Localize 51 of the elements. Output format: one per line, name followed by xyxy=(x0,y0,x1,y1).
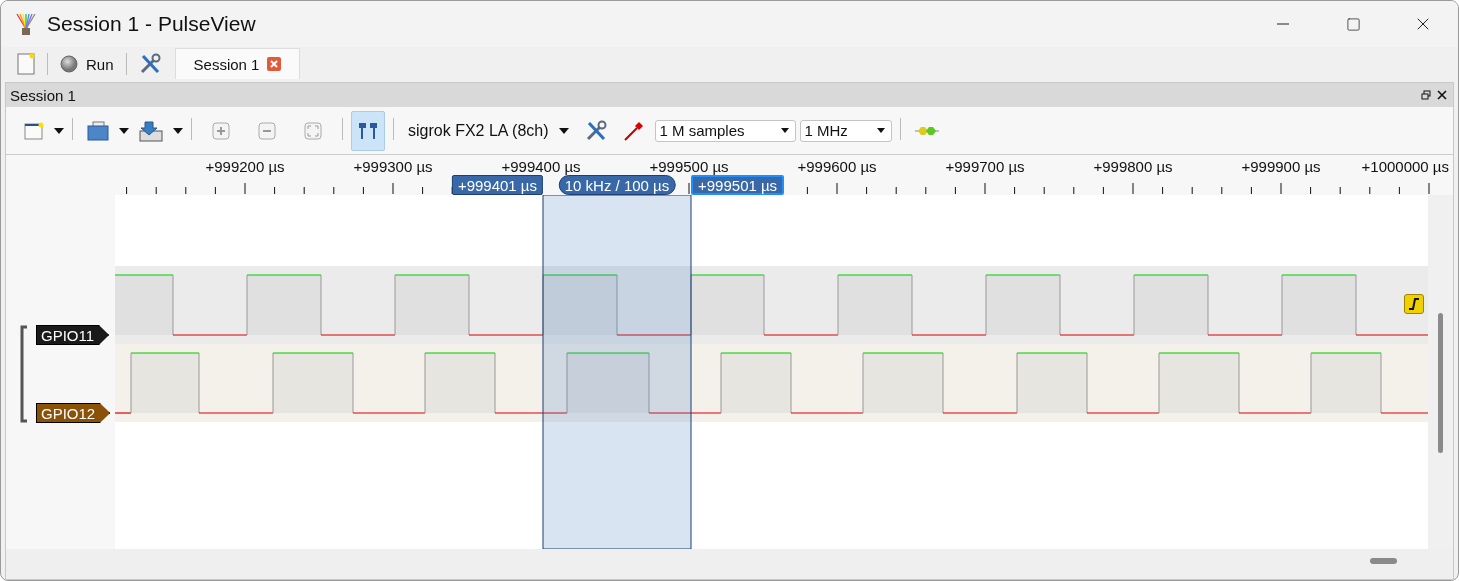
window-title: Session 1 - PulseView xyxy=(47,12,257,36)
channel-label[interactable]: GPIO12 xyxy=(36,403,111,423)
document-icon xyxy=(17,53,35,75)
caret-icon xyxy=(558,127,569,134)
session-tab[interactable]: Session 1 xyxy=(174,48,301,79)
ruler-label: +999400 µs xyxy=(501,158,581,175)
trigger-icon[interactable] xyxy=(1404,294,1424,314)
folder-icon xyxy=(87,120,109,141)
samplerate-dropdown[interactable]: 1 MHz xyxy=(799,119,892,142)
cursor-flag[interactable]: +999501 µs xyxy=(691,175,785,195)
tools-icon xyxy=(584,119,607,142)
cursor-flag[interactable]: +999401 µs xyxy=(451,175,543,195)
ruler-label: +999500 µs xyxy=(649,158,729,175)
save-icon xyxy=(139,119,163,142)
caret-icon xyxy=(780,128,789,133)
decoder-icon xyxy=(914,124,939,137)
caret-icon[interactable] xyxy=(119,127,129,134)
group-bracket-icon xyxy=(20,325,28,423)
cursors-button[interactable] xyxy=(351,110,385,151)
probe-icon xyxy=(622,119,645,142)
ruler-label: +999800 µs xyxy=(1093,158,1173,175)
ruler-label: +1000000 µs xyxy=(1361,158,1449,175)
float-icon[interactable] xyxy=(1421,90,1431,100)
plus-icon xyxy=(212,121,230,140)
scrollbar-thumb[interactable] xyxy=(1370,558,1397,564)
scrollbar-thumb[interactable] xyxy=(1438,313,1443,453)
caret-icon[interactable] xyxy=(54,127,64,134)
device-dropdown[interactable]: sigrok FX2 LA (8ch) xyxy=(402,112,575,149)
caret-icon[interactable] xyxy=(173,127,183,134)
channel-label[interactable]: GPIO11 xyxy=(36,325,110,345)
maximize-icon xyxy=(1345,16,1361,32)
dock-title: Session 1 xyxy=(10,86,77,104)
ruler-label: +999300 µs xyxy=(353,158,433,175)
ruler-label: +999700 µs xyxy=(945,158,1025,175)
close-icon[interactable] xyxy=(1437,90,1447,100)
circle-icon xyxy=(60,55,78,73)
tools-icon xyxy=(138,53,161,75)
run-button[interactable]: Run xyxy=(52,49,122,79)
minimize-icon xyxy=(1277,23,1289,25)
ruler-label: +999200 µs xyxy=(205,158,285,175)
cursors-icon xyxy=(357,120,379,141)
ruler-label: +999600 µs xyxy=(797,158,877,175)
window-icon xyxy=(24,121,44,140)
close-tab-icon[interactable] xyxy=(267,57,282,71)
app-logo-icon xyxy=(15,12,37,36)
ruler-label: +999900 µs xyxy=(1241,158,1321,175)
samples-dropdown[interactable]: 1 M samples xyxy=(654,119,796,142)
caret-icon xyxy=(876,128,885,133)
cursor-span-label[interactable]: 10 kHz / 100 µs xyxy=(558,175,676,195)
minus-icon xyxy=(258,121,276,140)
fit-icon xyxy=(304,121,322,140)
